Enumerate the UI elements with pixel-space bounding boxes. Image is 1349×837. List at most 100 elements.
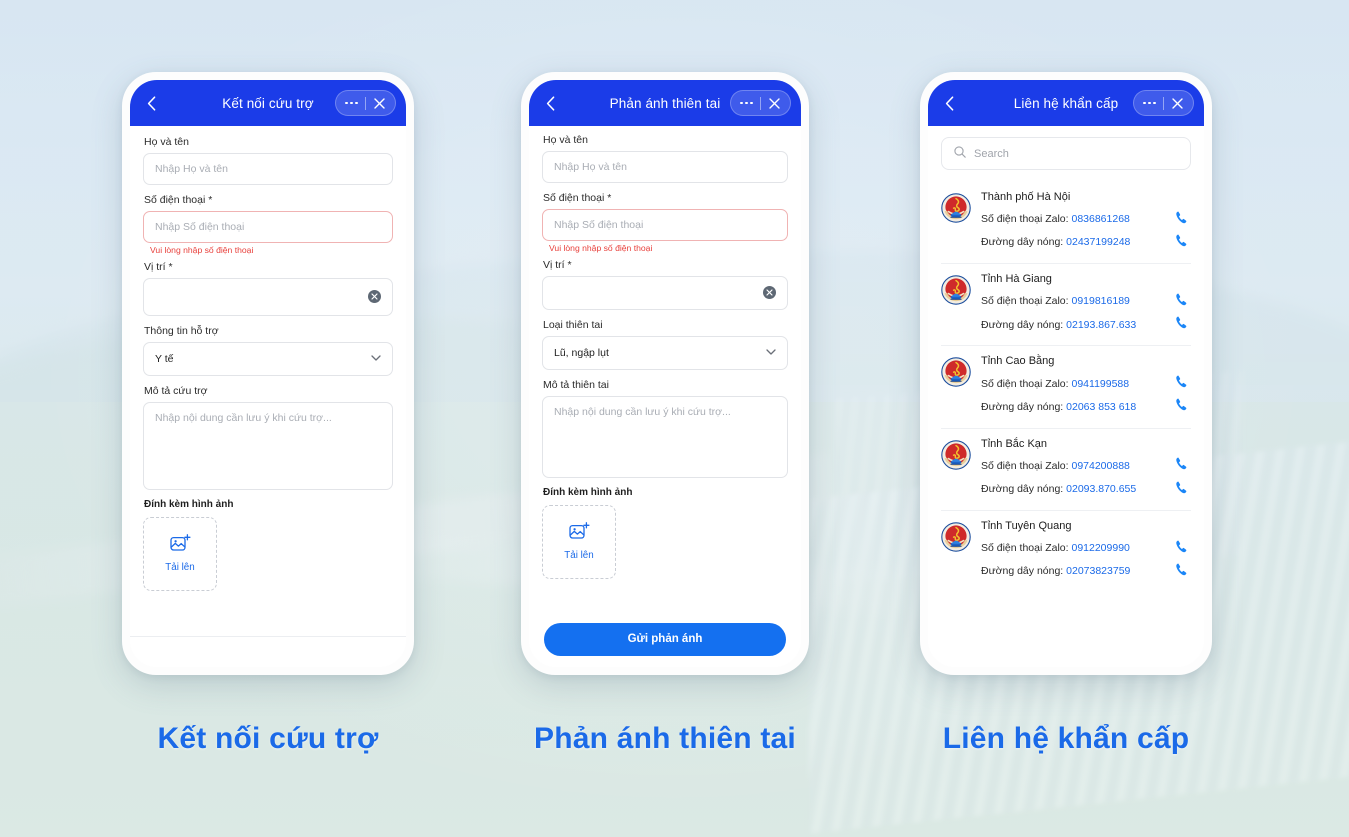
bottom-divider-1 [130, 636, 406, 637]
contact-zalo-number[interactable]: 0912209990 [1071, 542, 1129, 554]
error-phone-required: Vui lòng nhập số điện thoại [549, 243, 653, 254]
call-icon[interactable] [1175, 210, 1191, 230]
contact-zalo-text: Số điện thoại Zalo: 0836861268 [981, 213, 1130, 226]
clear-icon[interactable] [368, 290, 381, 304]
contact-zalo-number[interactable]: 0836861268 [1071, 213, 1129, 225]
call-icon[interactable] [1175, 374, 1191, 394]
label-attach-image: Đính kèm hình ảnh [543, 486, 633, 498]
label-support-info: Thông tin hỗ trợ [144, 324, 219, 337]
call-icon[interactable] [1175, 397, 1191, 417]
caption-emergency-contacts: Liên hệ khẩn cấp [942, 722, 1190, 755]
textarea-disaster-description[interactable]: Nhập nội dung cần lưu ý khi cứu trợ... [542, 395, 788, 478]
input-phone[interactable]: Nhập Số điện thoại [542, 209, 788, 242]
contacts-container: Thành phố Hà Nội Số điện thoại Zalo: 083… [941, 182, 1191, 592]
screen-relief-connect: Kết nối cứu trợ Họ và tên Nhập Họ và tên… [130, 80, 406, 667]
back-icon[interactable] [938, 92, 960, 114]
select-disaster-type[interactable]: Lũ, ngập lụt [542, 335, 788, 370]
call-icon[interactable] [1175, 315, 1191, 335]
contact-hotline-text: Đường dây nóng: 02437199248 [981, 236, 1131, 249]
label-phone: Số điện thoại * [543, 192, 612, 205]
back-icon[interactable] [140, 92, 162, 114]
call-icon[interactable] [1175, 480, 1191, 500]
contact-row[interactable]: Tỉnh Bắc Kạn Số điện thoại Zalo: 0974200… [941, 429, 1191, 511]
contact-hotline-number[interactable]: 02437199248 [1066, 236, 1130, 248]
call-icon[interactable] [1175, 292, 1191, 312]
contact-details: Tỉnh Bắc Kạn Số điện thoại Zalo: 0974200… [981, 438, 1191, 500]
contact-name: Tỉnh Tuyên Quang [981, 519, 1072, 532]
call-icon[interactable] [1175, 456, 1191, 476]
province-emblem-icon [941, 357, 971, 388]
submit-bar: Gửi phản ánh [529, 611, 801, 667]
input-fullname[interactable]: Nhập Họ và tên [143, 153, 393, 186]
contact-hotline-row: Đường dây nóng: 02193.867.633 [981, 315, 1191, 335]
phone-mockup-emergency-contacts: Liên hệ khẩn cấp Search Thành phố Hà Nội… [920, 72, 1212, 675]
close-icon[interactable] [366, 92, 393, 114]
contact-zalo-number[interactable]: 0974200888 [1071, 460, 1129, 472]
label-relief-description: Mô tả cứu trợ [144, 384, 208, 397]
contact-details: Tỉnh Cao Bằng Số điện thoại Zalo: 094119… [981, 355, 1191, 417]
header-capsule-2 [730, 90, 791, 116]
contact-hotline-number[interactable]: 02093.870.655 [1066, 483, 1136, 495]
contact-hotline-number[interactable]: 02063 853 618 [1066, 401, 1136, 413]
more-dots-icon[interactable] [338, 92, 365, 114]
contact-row[interactable]: Tỉnh Hà Giang Số điện thoại Zalo: 091981… [941, 264, 1191, 347]
input-location[interactable] [542, 275, 788, 310]
contact-zalo-number[interactable]: 0941199588 [1071, 378, 1129, 390]
contact-hotline-row: Đường dây nóng: 02437199248 [981, 233, 1191, 253]
chevron-down-icon [371, 354, 381, 364]
back-icon[interactable] [539, 92, 561, 114]
phone-mockup-relief-connect: Kết nối cứu trợ Họ và tên Nhập Họ và tên… [122, 72, 414, 675]
contact-zalo-text: Số điện thoại Zalo: 0919816189 [981, 295, 1130, 308]
input-fullname[interactable]: Nhập Họ và tên [542, 151, 788, 184]
upload-image-button[interactable]: Tải lên [542, 504, 616, 579]
label-attach-image: Đính kèm hình ảnh [144, 498, 234, 510]
upload-label: Tải lên [165, 562, 195, 574]
select-support-type[interactable]: Y tế [143, 341, 393, 376]
form-disaster-report: Họ và tên Nhập Họ và tên Số điện thoại *… [529, 126, 801, 611]
search-placeholder: Search [974, 147, 1009, 160]
image-plus-icon [568, 522, 590, 545]
more-dots-icon[interactable] [733, 92, 760, 114]
contact-details: Tỉnh Tuyên Quang Số điện thoại Zalo: 091… [981, 520, 1191, 582]
search-input[interactable]: Search [941, 137, 1191, 170]
form-relief-connect: Họ và tên Nhập Họ và tên Số điện thoại *… [130, 126, 406, 667]
contact-row[interactable]: Tỉnh Cao Bằng Số điện thoại Zalo: 094119… [941, 346, 1191, 429]
contact-hotline-number[interactable]: 02193.867.633 [1066, 319, 1136, 331]
contact-hotline-row: Đường dây nóng: 02093.870.655 [981, 480, 1191, 500]
contact-hotline-number[interactable]: 02073823759 [1066, 565, 1130, 577]
upload-image-button[interactable]: Tải lên [143, 516, 217, 591]
contact-row[interactable]: Thành phố Hà Nội Số điện thoại Zalo: 083… [941, 182, 1191, 265]
clear-icon[interactable] [763, 286, 776, 300]
close-icon[interactable] [1164, 92, 1191, 114]
call-icon[interactable] [1175, 562, 1191, 582]
label-fullname: Họ và tên [144, 136, 189, 148]
input-phone[interactable]: Nhập Số điện thoại [143, 211, 393, 244]
contact-zalo-text: Số điện thoại Zalo: 0974200888 [981, 459, 1130, 472]
label-disaster-description: Mô tả thiên tai [543, 378, 609, 391]
app-header-2: Phản ánh thiên tai [529, 80, 801, 126]
close-icon[interactable] [761, 92, 788, 114]
contact-zalo-row: Số điện thoại Zalo: 0919816189 [981, 292, 1191, 312]
submit-report-button[interactable]: Gửi phản ánh [544, 622, 786, 656]
input-location[interactable] [143, 277, 393, 316]
phone-mockup-disaster-report: Phản ánh thiên tai Họ và tên Nhập Họ và … [521, 72, 809, 675]
call-icon[interactable] [1175, 539, 1191, 559]
textarea-relief-description[interactable]: Nhập nội dung cần lưu ý khi cứu trợ... [143, 401, 393, 490]
contact-hotline-text: Đường dây nóng: 02073823759 [981, 565, 1131, 578]
error-phone-required: Vui lòng nhập số điện thoại [150, 245, 254, 256]
contact-hotline-text: Đường dây nóng: 02063 853 618 [981, 400, 1137, 413]
contact-zalo-row: Số điện thoại Zalo: 0974200888 [981, 456, 1191, 476]
contact-name: Thành phố Hà Nội [981, 191, 1071, 203]
call-icon[interactable] [1175, 233, 1191, 253]
search-icon [954, 145, 966, 163]
more-dots-icon[interactable] [1136, 92, 1163, 114]
contact-zalo-number[interactable]: 0919816189 [1071, 295, 1129, 307]
caption-relief-connect: Kết nối cứu trợ [157, 722, 379, 755]
contact-row[interactable]: Tỉnh Tuyên Quang Số điện thoại Zalo: 091… [941, 511, 1191, 592]
app-header-1: Kết nối cứu trợ [130, 80, 406, 126]
contact-hotline-row: Đường dây nóng: 02073823759 [981, 562, 1191, 582]
contact-hotline-text: Đường dây nóng: 02193.867.633 [981, 318, 1137, 331]
screen-disaster-report: Phản ánh thiên tai Họ và tên Nhập Họ và … [529, 80, 801, 667]
screen-emergency-contacts: Liên hệ khẩn cấp Search Thành phố Hà Nội… [928, 80, 1204, 667]
contact-zalo-row: Số điện thoại Zalo: 0941199588 [981, 374, 1191, 394]
